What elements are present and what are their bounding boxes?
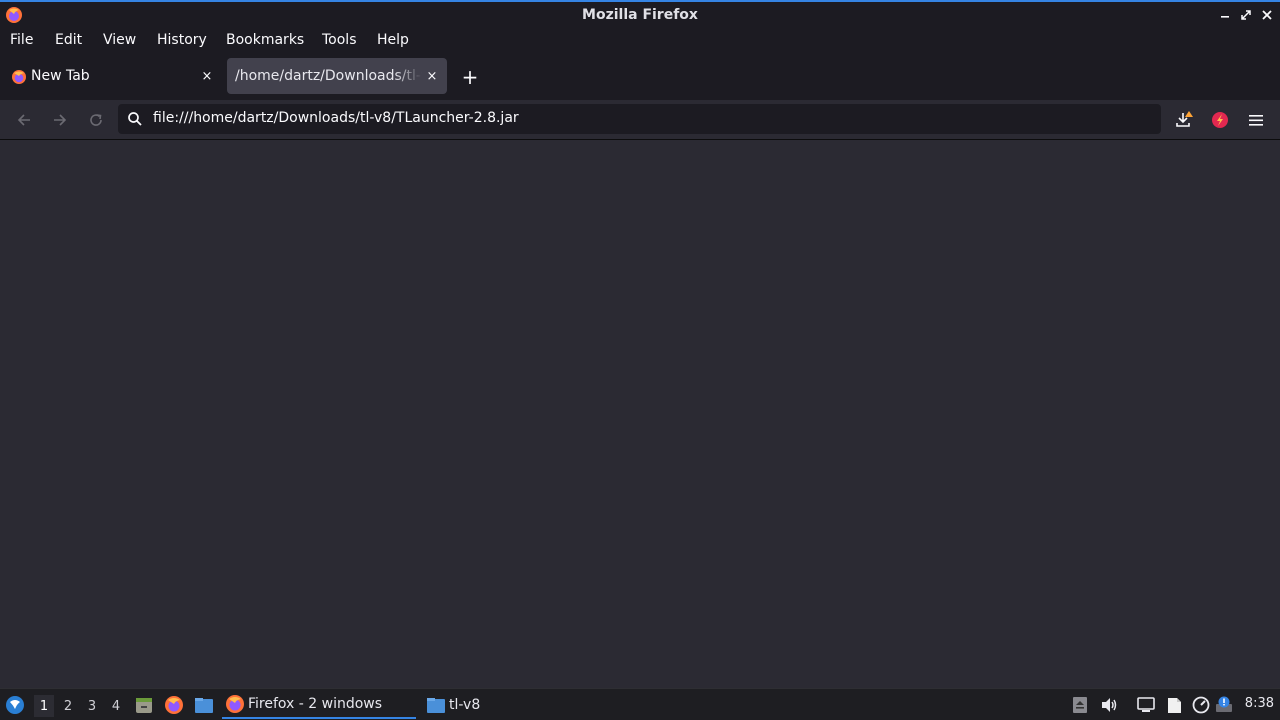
- speaker-icon: [1102, 698, 1117, 712]
- search-icon: [128, 112, 142, 126]
- tray-notifications[interactable]: [1215, 695, 1235, 715]
- reload-icon: [90, 114, 102, 126]
- page-content[interactable]: [0, 141, 1280, 688]
- eject-icon: [1073, 697, 1087, 713]
- task-label: Firefox - 2 windows: [248, 696, 383, 712]
- file-manager-launcher[interactable]: [194, 695, 214, 715]
- task-firefox[interactable]: Firefox - 2 windows: [222, 691, 416, 719]
- window-titlebar: Mozilla Firefox: [0, 0, 1280, 28]
- workspace-4[interactable]: 4: [106, 695, 126, 717]
- tray-clipboard[interactable]: [1164, 695, 1184, 715]
- menu-history[interactable]: History: [157, 32, 207, 48]
- tab-new-tab[interactable]: New Tab ×: [2, 58, 220, 94]
- menu-bar: File Edit View History Bookmarks Tools H…: [0, 28, 1280, 55]
- info-update-icon: [1216, 696, 1232, 712]
- minimize-icon: [1221, 16, 1229, 18]
- firefox-icon: [226, 695, 244, 713]
- power-gauge-icon: [1192, 696, 1210, 714]
- file-cabinet-icon: [136, 698, 152, 713]
- downloads-button[interactable]: [1172, 108, 1196, 132]
- window-title: Mozilla Firefox: [582, 7, 698, 23]
- extension-icon: [1212, 112, 1228, 128]
- tab-close-button[interactable]: ×: [198, 67, 216, 85]
- menu-bookmarks[interactable]: Bookmarks: [226, 32, 304, 48]
- download-warning-icon: [1176, 111, 1193, 127]
- navigation-toolbar: file:///home/dartz/Downloads/tl-v8/TLaun…: [0, 100, 1280, 140]
- workspace-1[interactable]: 1: [34, 695, 54, 717]
- forward-button[interactable]: [48, 108, 72, 132]
- menu-tools[interactable]: Tools: [322, 32, 357, 48]
- extension-button[interactable]: [1208, 108, 1232, 132]
- forward-arrow-icon: [54, 114, 67, 126]
- taskbar: 1 2 3 4 Firefox - 2 windows tl-v8 8:38: [0, 688, 1280, 720]
- task-file-manager[interactable]: tl-v8: [422, 691, 542, 719]
- back-arrow-icon: [17, 114, 30, 126]
- network-icon: [1137, 697, 1155, 712]
- reload-button[interactable]: [84, 108, 108, 132]
- firefox-launcher[interactable]: [164, 695, 184, 715]
- hamburger-menu-icon: [1249, 115, 1263, 126]
- close-icon: [1262, 10, 1272, 20]
- firefox-icon: [12, 70, 26, 84]
- tab-strip: New Tab × /home/dartz/Downloads/tl-v8 ×: [0, 55, 1280, 100]
- menu-edit[interactable]: Edit: [55, 32, 82, 48]
- app-menu-button[interactable]: [1244, 108, 1268, 132]
- menu-help[interactable]: Help: [377, 32, 409, 48]
- tray-volume[interactable]: [1099, 695, 1119, 715]
- url-input[interactable]: file:///home/dartz/Downloads/tl-v8/TLaun…: [153, 110, 519, 126]
- close-window-button[interactable]: [1258, 6, 1276, 24]
- lubuntu-logo-icon: [6, 696, 24, 714]
- firefox-icon: [165, 696, 183, 714]
- tab-label: New Tab: [31, 68, 90, 84]
- tab-close-button[interactable]: ×: [423, 67, 441, 85]
- tab-active[interactable]: /home/dartz/Downloads/tl-v8 ×: [227, 58, 447, 94]
- menu-file[interactable]: File: [10, 32, 33, 48]
- tray-network[interactable]: [1136, 695, 1156, 715]
- workspace-3[interactable]: 3: [82, 695, 102, 717]
- minimize-button[interactable]: [1216, 6, 1234, 24]
- workspace-2[interactable]: 2: [58, 695, 78, 717]
- clock[interactable]: 8:38: [1245, 696, 1274, 711]
- folder-icon: [195, 698, 213, 713]
- menu-view[interactable]: View: [103, 32, 136, 48]
- new-tab-button[interactable]: +: [459, 64, 481, 90]
- show-desktop-button[interactable]: [134, 695, 154, 715]
- start-menu-button[interactable]: [4, 694, 26, 716]
- tray-power[interactable]: [1191, 695, 1211, 715]
- clipboard-icon: [1168, 698, 1181, 713]
- folder-icon: [427, 698, 445, 713]
- url-bar[interactable]: file:///home/dartz/Downloads/tl-v8/TLaun…: [118, 104, 1161, 134]
- tray-updates[interactable]: [1070, 695, 1090, 715]
- maximize-icon: [1241, 10, 1251, 20]
- back-button[interactable]: [12, 108, 36, 132]
- tab-label: /home/dartz/Downloads/tl-v8: [235, 68, 422, 84]
- task-label: tl-v8: [449, 697, 481, 713]
- maximize-button[interactable]: [1237, 6, 1255, 24]
